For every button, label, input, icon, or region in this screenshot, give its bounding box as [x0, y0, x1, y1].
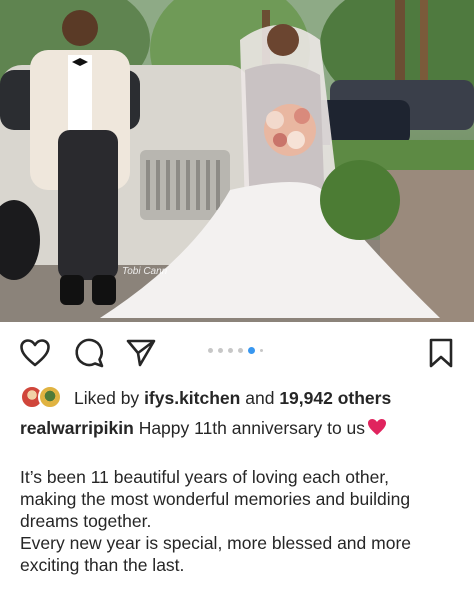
caption-line: realwarripikin Happy 11th anniversary to… [20, 418, 387, 439]
photo-watermark: Tobi Cann [122, 266, 168, 277]
carousel-dot [228, 347, 233, 353]
like-button[interactable] [18, 336, 52, 370]
red-heart-icon [368, 419, 387, 435]
liker-avatars [20, 385, 66, 411]
caption-body-line: making the most wonderful memories and b… [20, 489, 411, 509]
caption-body-line: Every new year is special, more blessed … [20, 533, 412, 553]
liker-username[interactable]: ifys.kitchen [144, 388, 240, 408]
caption-body-line: It’s been 11 beautiful years of loving e… [20, 467, 390, 487]
caption-body-line: dreams together. [20, 511, 152, 531]
likes-prefix: Liked by [74, 387, 140, 408]
comment-button[interactable] [72, 336, 106, 370]
carousel-dot [238, 347, 243, 353]
likes-connector: and [245, 387, 275, 408]
comment-bubble-icon [75, 338, 104, 368]
carousel-dot [218, 347, 223, 353]
save-button[interactable] [424, 336, 458, 370]
likes-others-count[interactable]: 19,942 others [279, 388, 391, 408]
caption-body: It’s been 11 beautiful years of loving e… [20, 466, 460, 576]
carousel-dot [208, 347, 213, 353]
caption-text: Happy 11th anniversary to us [138, 418, 366, 438]
bookmark-icon [429, 338, 453, 368]
carousel-dot [260, 348, 263, 352]
heart-outline-icon [20, 339, 50, 367]
caption-body-line: exciting than the last. [20, 555, 185, 575]
avatar [38, 385, 62, 409]
paper-plane-icon [126, 339, 156, 367]
caption-username[interactable]: realwarripikin [20, 418, 134, 438]
likes-summary: Liked by ifys.kitchen and 19,942 others [74, 388, 391, 409]
post-photo[interactable]: Tobi Cann [0, 0, 474, 322]
carousel-dot-active [248, 346, 255, 354]
likes-row[interactable]: Liked by ifys.kitchen and 19,942 others [20, 384, 391, 412]
share-button[interactable] [124, 336, 158, 370]
carousel-indicator [208, 346, 263, 354]
wedding-photo-illustration [0, 0, 474, 322]
